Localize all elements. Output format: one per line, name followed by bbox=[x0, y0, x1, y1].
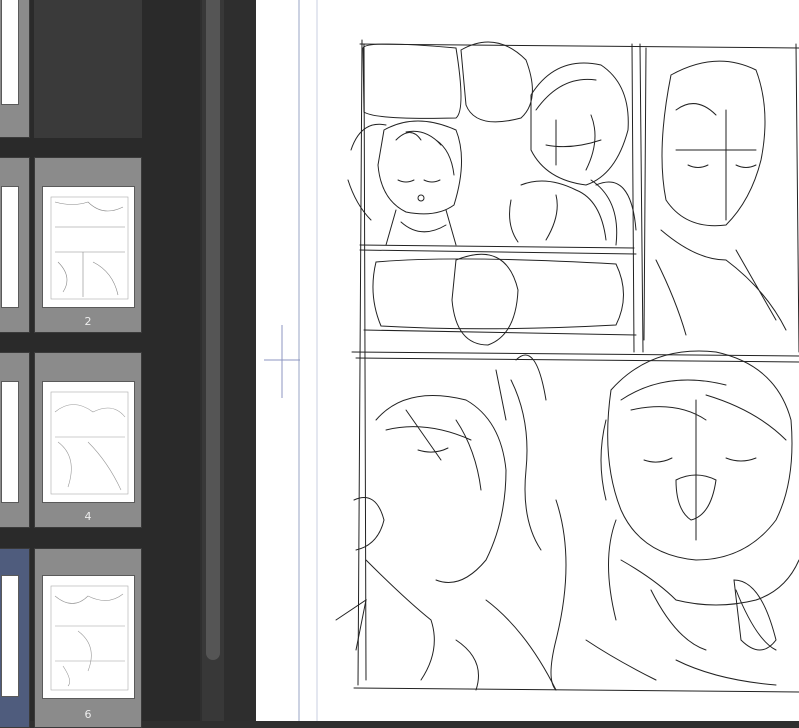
page-card-2[interactable]: 2 bbox=[34, 157, 142, 333]
page-number: 2 bbox=[84, 315, 92, 328]
panel-divider bbox=[224, 0, 256, 721]
thumbnail-sketch bbox=[50, 391, 129, 495]
crop-mark-icon bbox=[264, 325, 300, 398]
page-card-left-3-selected[interactable] bbox=[0, 548, 30, 728]
page-thumbnail bbox=[1, 0, 19, 105]
page-thumbnail bbox=[42, 381, 135, 503]
scrollbar-thumb[interactable] bbox=[206, 0, 220, 660]
drawing-canvas[interactable] bbox=[256, 0, 799, 721]
thumbnail-sketch bbox=[50, 585, 129, 691]
page-card-1[interactable] bbox=[0, 0, 30, 138]
page-number: 6 bbox=[84, 708, 92, 721]
page-thumbnail bbox=[1, 186, 19, 308]
page-card-left-2[interactable] bbox=[0, 352, 30, 528]
page-card-left-1[interactable] bbox=[0, 157, 30, 333]
sketch-drawing bbox=[264, 0, 799, 721]
empty-slot bbox=[34, 0, 142, 138]
page-number: 4 bbox=[84, 510, 92, 523]
page-list-panel: 2 4 6 bbox=[0, 0, 200, 728]
page-card-6[interactable]: 6 bbox=[34, 548, 142, 728]
page-thumbnail bbox=[42, 575, 135, 699]
page-thumbnail bbox=[1, 575, 19, 697]
thumbnail-sketch bbox=[50, 196, 129, 300]
page-thumbnail bbox=[1, 381, 19, 503]
page-thumbnail bbox=[42, 186, 135, 308]
page-card-4[interactable]: 4 bbox=[34, 352, 142, 528]
